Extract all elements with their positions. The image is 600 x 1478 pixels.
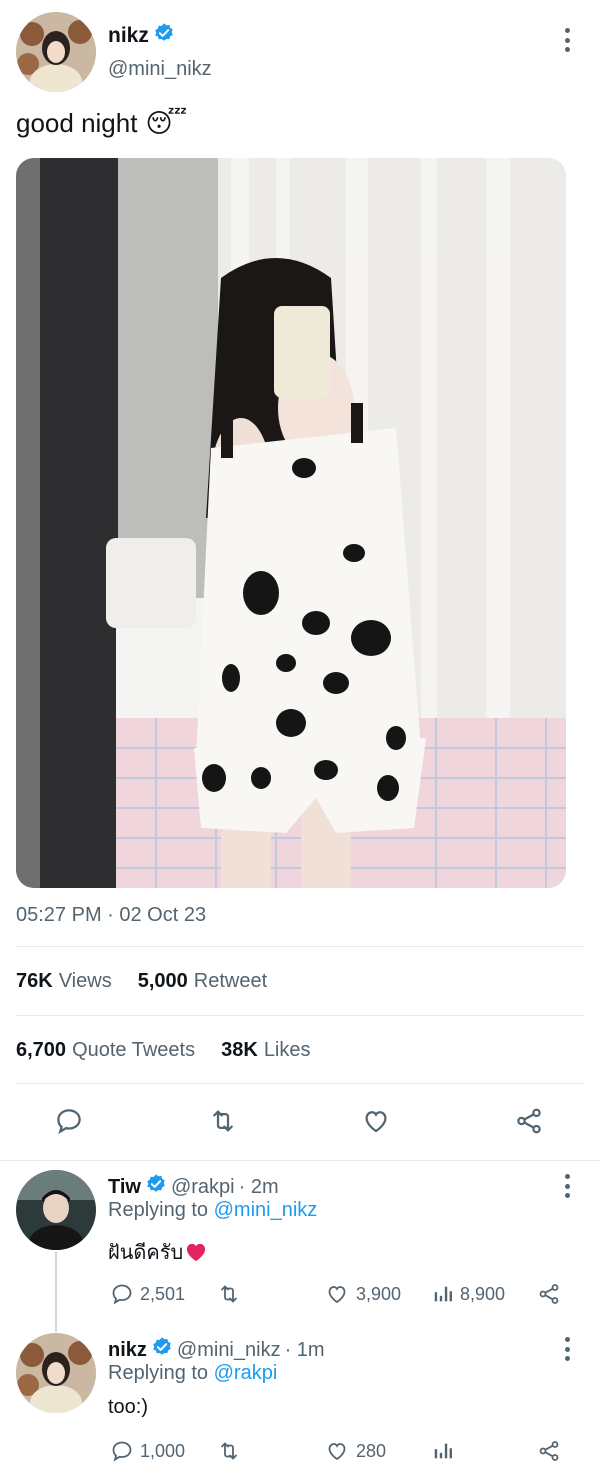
stats-row-quotes: 6,700 Quote Tweets 38K Likes <box>16 1039 311 1062</box>
reply-button[interactable]: 1,000 <box>110 1439 185 1463</box>
like-icon <box>365 1111 387 1133</box>
more-options-icon[interactable] <box>557 1335 577 1363</box>
reply-avatar[interactable] <box>16 1333 96 1413</box>
share-icon <box>539 1284 559 1304</box>
share-button[interactable] <box>537 1282 561 1306</box>
like-icon <box>328 1286 346 1304</box>
tweet-text: good night 😴 <box>16 108 187 139</box>
retweets-label[interactable]: Retweet <box>194 970 267 993</box>
tweet-timestamp[interactable]: 05:27 PM · 02 Oct 23 <box>16 904 206 927</box>
reply-time[interactable]: · 2m <box>239 1176 279 1199</box>
retweet-icon <box>221 1285 237 1303</box>
share-icon <box>517 1108 541 1134</box>
like-button[interactable] <box>360 1106 392 1136</box>
tweet-text-content: good night <box>16 108 138 138</box>
divider <box>16 946 584 947</box>
views-icon <box>434 1286 452 1302</box>
verified-badge-icon <box>145 1173 167 1201</box>
reply-count: 1,000 <box>140 1440 186 1461</box>
likes-label[interactable]: Likes <box>264 1039 311 1062</box>
reply-icon <box>112 1284 132 1305</box>
reply-button[interactable]: 2,501 <box>110 1282 185 1306</box>
reply-text-content: ฝันดีครับ <box>108 1240 184 1264</box>
like-count: 3,900 <box>356 1283 402 1304</box>
reply-header: Tiw @rakpi · 2m <box>108 1173 279 1201</box>
author-avatar[interactable] <box>16 12 96 92</box>
reply-text: ฝันดีครับ <box>108 1236 207 1268</box>
views-button[interactable]: 8,900 <box>432 1282 505 1306</box>
views-icon <box>434 1443 452 1459</box>
replying-to-line: Replying to @rakpi <box>108 1362 277 1385</box>
reply-header: nikz @mini_nikz · 1m <box>108 1336 325 1364</box>
reply-author-handle[interactable]: @rakpi <box>171 1176 235 1199</box>
divider <box>16 1015 584 1016</box>
like-count: 280 <box>356 1440 387 1461</box>
reply-author-handle[interactable]: @mini_nikz <box>177 1339 281 1362</box>
verified-badge-icon <box>153 22 175 50</box>
retweet-button[interactable] <box>216 1439 248 1463</box>
tweet-photo[interactable] <box>16 158 566 888</box>
more-options-icon[interactable] <box>557 26 577 54</box>
reply-button[interactable] <box>54 1106 84 1136</box>
replying-to-link[interactable]: @mini_nikz <box>214 1199 318 1221</box>
quotes-count[interactable]: 6,700 <box>16 1039 66 1062</box>
reply-author-name[interactable]: nikz <box>108 1339 147 1362</box>
share-button[interactable] <box>514 1106 544 1136</box>
author-handle[interactable]: @mini_nikz <box>108 58 212 81</box>
views-label: Views <box>58 970 112 992</box>
like-icon <box>328 1443 346 1461</box>
like-button[interactable]: 3,900 <box>324 1282 401 1306</box>
views-button[interactable] <box>432 1439 460 1463</box>
share-button[interactable] <box>537 1439 561 1463</box>
stats-row-views: 76K Views 5,000 Retweet <box>16 970 267 993</box>
like-button[interactable]: 280 <box>324 1439 386 1463</box>
replying-to-line: Replying to @mini_nikz <box>108 1199 317 1222</box>
replying-to-prefix: Replying to <box>108 1362 209 1384</box>
views-count: 76K <box>16 970 53 992</box>
retweet-icon <box>221 1442 237 1460</box>
reply-avatar[interactable] <box>16 1170 96 1250</box>
reply-icon <box>57 1109 81 1135</box>
quotes-label[interactable]: Quote Tweets <box>72 1039 195 1062</box>
reply-author-name[interactable]: Tiw <box>108 1176 141 1199</box>
more-options-icon[interactable] <box>557 1172 577 1200</box>
reply-icon <box>112 1441 132 1462</box>
reply-text: too:) <box>108 1396 149 1418</box>
divider <box>16 1083 584 1084</box>
replying-to-link[interactable]: @rakpi <box>214 1362 278 1384</box>
retweet-button[interactable] <box>216 1282 248 1306</box>
likes-count[interactable]: 38K <box>221 1039 258 1062</box>
thread-line <box>55 1252 57 1332</box>
author-name[interactable]: nikz <box>108 24 149 48</box>
section-divider <box>0 1160 600 1161</box>
retweet-icon <box>213 1110 233 1132</box>
red-heart-emoji <box>185 1242 207 1262</box>
sleeping-face-emoji: 😴 <box>145 108 188 138</box>
retweet-button[interactable] <box>207 1106 239 1136</box>
share-icon <box>539 1441 559 1461</box>
replying-to-prefix: Replying to <box>108 1199 209 1221</box>
views-count: 8,900 <box>460 1283 506 1304</box>
reply-count: 2,501 <box>140 1283 186 1304</box>
reply-time[interactable]: · 1m <box>285 1339 325 1362</box>
author-name-row: nikz <box>108 22 175 50</box>
verified-badge-icon <box>151 1336 173 1364</box>
retweets-count[interactable]: 5,000 <box>138 970 188 993</box>
